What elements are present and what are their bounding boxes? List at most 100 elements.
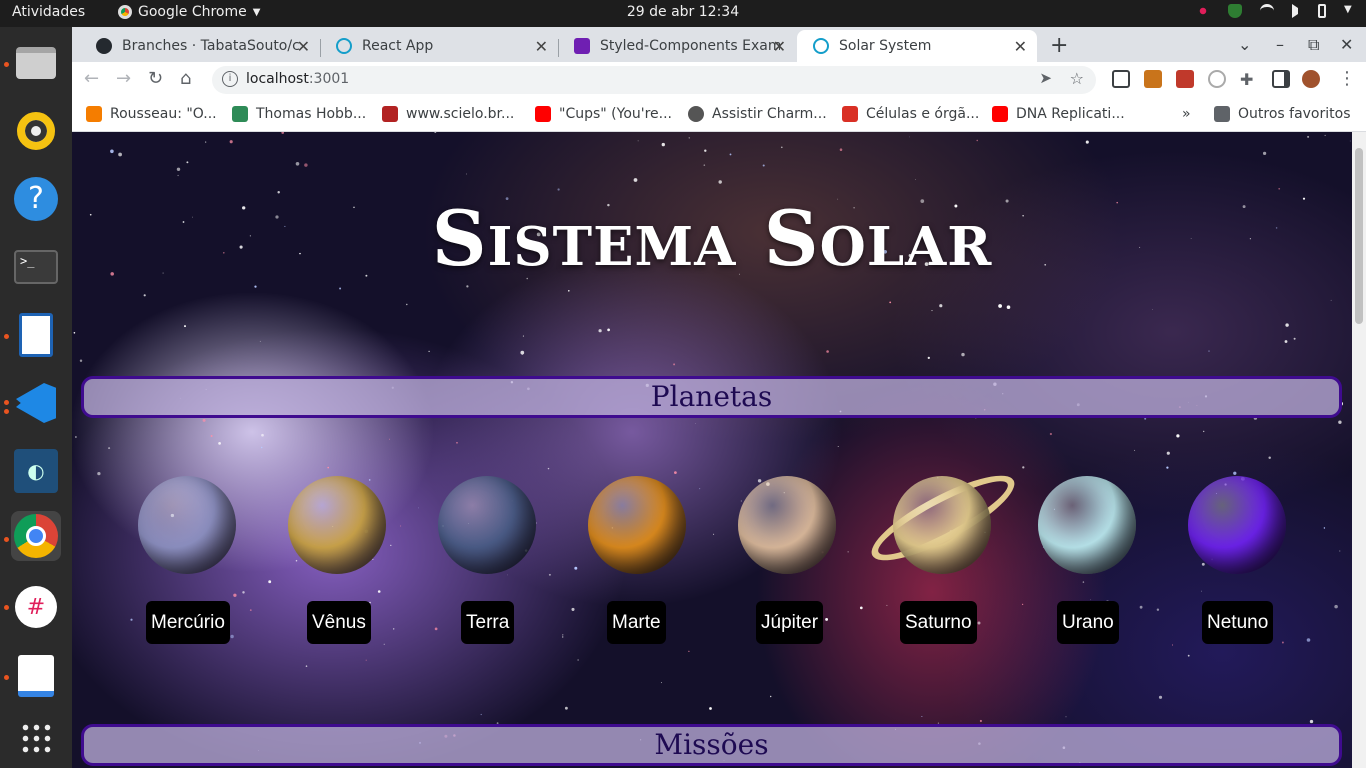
star (598, 329, 602, 333)
send-tab-icon[interactable]: ➤ (1039, 69, 1052, 87)
screenshot-extension-icon[interactable] (1112, 70, 1130, 88)
new-tab-button[interactable]: + (1050, 33, 1068, 58)
rhythmbox-icon[interactable] (11, 106, 61, 156)
extension-icon[interactable] (1208, 70, 1226, 88)
bookmark-item[interactable]: Rousseau: "O... (86, 106, 217, 122)
star (186, 161, 189, 164)
star (1134, 449, 1136, 451)
libreoffice-writer-icon[interactable] (11, 310, 61, 360)
tab-title: Styled-Components Exam (600, 38, 780, 54)
star (327, 466, 329, 469)
minimize-icon[interactable]: – (1276, 35, 1284, 54)
page-scrollbar[interactable] (1352, 132, 1366, 768)
restore-icon[interactable]: ⧉ (1308, 35, 1319, 55)
scrollbar-thumb[interactable] (1355, 148, 1363, 324)
volume-icon[interactable] (1292, 4, 1300, 18)
side-panel-icon[interactable] (1272, 70, 1290, 88)
planet-image-venus[interactable] (288, 476, 386, 574)
system-tray[interactable]: ▼ (1196, 4, 1354, 18)
close-icon[interactable]: ✕ (535, 37, 548, 56)
tab-search-icon[interactable]: ⌄ (1238, 35, 1251, 54)
bookmark-item[interactable]: www.scielo.br... (382, 106, 514, 122)
youtube-icon (535, 106, 551, 122)
star (886, 604, 888, 606)
more-bookmarks-button[interactable]: » (1182, 106, 1191, 122)
mysql-workbench-icon[interactable]: ◐ (11, 446, 61, 496)
star (466, 173, 467, 175)
star (695, 423, 696, 424)
text-editor-icon[interactable] (11, 651, 61, 701)
star (979, 719, 982, 723)
tab-github[interactable]: Branches · TabataSouto/c ✕ (80, 30, 320, 62)
chrome-dock-icon[interactable] (11, 511, 61, 561)
planet-image-uranus[interactable] (1038, 476, 1136, 574)
clock[interactable]: 29 de abr 12:34 (0, 4, 1366, 20)
forward-icon[interactable]: → (116, 68, 131, 89)
other-bookmarks-folder[interactable]: Outros favoritos (1214, 106, 1351, 122)
bookmark-star-icon[interactable]: ☆ (1070, 69, 1084, 88)
other-bookmarks-label: Outros favoritos (1238, 106, 1351, 122)
bookmark-item[interactable]: "Cups" (You're... (535, 106, 672, 122)
battery-icon[interactable] (1318, 4, 1326, 18)
star (205, 141, 207, 143)
star (365, 659, 367, 661)
star (762, 164, 765, 167)
menu-kebab-icon[interactable]: ⋮ (1338, 68, 1356, 89)
bookmarks-bar: Rousseau: "O... Thomas Hobb... www.sciel… (72, 98, 1366, 132)
wifi-icon[interactable] (1260, 4, 1274, 18)
section-header-planets: Planetas (81, 376, 1342, 418)
address-bar[interactable]: i localhost:3001 ➤ ☆ (212, 66, 1096, 94)
bookmark-item[interactable]: Células e órgã... (842, 106, 979, 122)
star (1006, 305, 1011, 309)
vscode-icon[interactable] (11, 378, 61, 428)
tab-styled-components[interactable]: Styled-Components Exam ✕ (558, 30, 796, 62)
tab-solar-system[interactable]: Solar System ✕ (797, 30, 1037, 62)
help-icon[interactable]: ? (11, 174, 61, 224)
star (703, 164, 706, 166)
planet-image-jupiter[interactable] (738, 476, 836, 574)
planet-image-neptune[interactable] (1188, 476, 1286, 574)
star (577, 659, 579, 661)
close-window-icon[interactable]: ✕ (1340, 35, 1353, 54)
star (1339, 550, 1341, 552)
extensions-puzzle-icon[interactable]: ✚ (1240, 70, 1258, 89)
site-info-icon[interactable]: i (222, 71, 238, 87)
files-app-icon[interactable] (11, 38, 61, 88)
star (1201, 590, 1202, 592)
slack-tray-icon[interactable] (1196, 4, 1210, 18)
planet-label-venus: Vênus (307, 601, 371, 644)
url-text[interactable]: localhost:3001 (246, 71, 349, 87)
bookmark-item[interactable]: Assistir Charm... (688, 106, 827, 122)
shield-icon[interactable] (1228, 4, 1242, 18)
close-icon[interactable]: ✕ (1014, 37, 1027, 56)
show-applications-icon[interactable] (11, 713, 61, 763)
extension-icon[interactable] (1144, 70, 1162, 88)
close-icon[interactable]: ✕ (773, 37, 786, 56)
extension-icon[interactable] (1176, 70, 1194, 88)
star (1330, 299, 1332, 301)
star (295, 559, 298, 562)
avatar[interactable] (1302, 70, 1320, 88)
back-icon[interactable]: ← (84, 68, 99, 89)
close-icon[interactable]: ✕ (297, 37, 310, 56)
bookmark-item[interactable]: Thomas Hobb... (232, 106, 366, 122)
star (633, 178, 638, 182)
terminal-icon[interactable]: >_ (11, 242, 61, 292)
star (79, 359, 83, 363)
slack-icon[interactable]: # (11, 582, 61, 632)
star (1307, 135, 1310, 138)
home-icon[interactable]: ⌂ (180, 68, 191, 89)
star (176, 167, 181, 172)
planet-image-earth[interactable] (438, 476, 536, 574)
planet-label-jupiter: Júpiter (756, 601, 824, 644)
planet-image-saturn[interactable] (893, 476, 991, 574)
planet-image-mercury[interactable] (138, 476, 236, 574)
tab-react-app[interactable]: React App ✕ (320, 30, 558, 62)
star (73, 332, 76, 334)
star (218, 442, 221, 445)
reload-icon[interactable]: ↻ (148, 68, 163, 89)
caret-down-icon[interactable]: ▼ (1344, 4, 1354, 18)
bookmark-item[interactable]: DNA Replicati... (992, 106, 1125, 122)
planet-image-mars[interactable] (588, 476, 686, 574)
star (977, 621, 981, 625)
